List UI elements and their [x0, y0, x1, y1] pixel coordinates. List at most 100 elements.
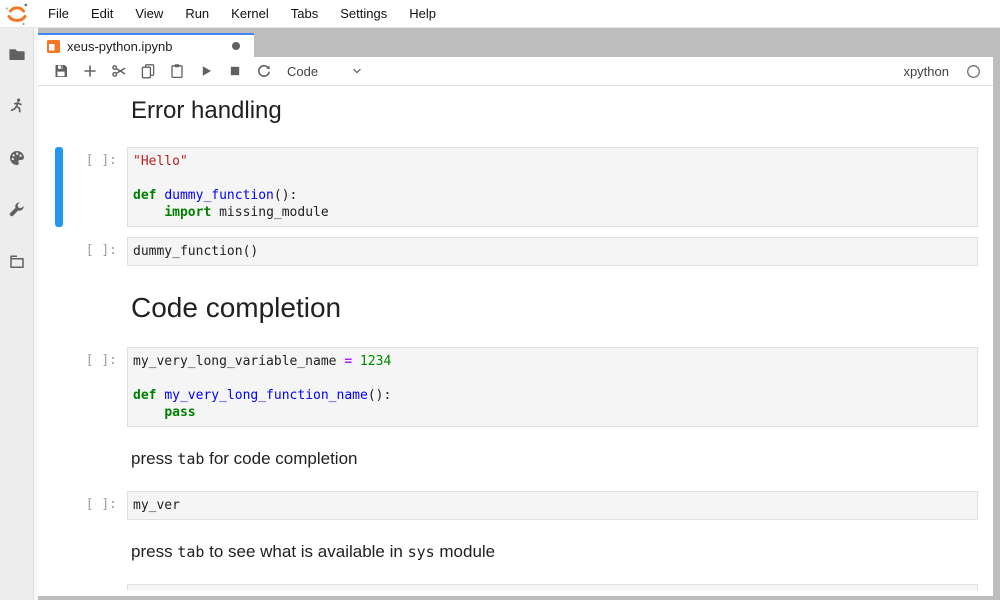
cell-input-prompt: [ ]: — [63, 147, 127, 227]
command-palette-tab[interactable] — [0, 132, 33, 184]
markdown-cell: Code completion — [38, 271, 993, 342]
notebook-icon — [46, 39, 61, 54]
cell-input-prompt: [ ]: — [63, 491, 127, 520]
tab-title: xeus-python.ipynb — [67, 39, 228, 54]
insert-cell-button[interactable] — [75, 59, 104, 83]
cell-empty-prompt — [63, 95, 127, 137]
code-line: def dummy_function(): — [133, 187, 972, 204]
inline-code: tab — [177, 543, 204, 561]
markdown-paragraph: press tab for code completion — [131, 449, 978, 469]
cell-collapser[interactable] — [55, 584, 63, 590]
token-def: my_very_long_function_name — [164, 388, 368, 403]
cut-cells-button[interactable] — [104, 59, 133, 83]
cell-type-select[interactable]: Code — [287, 64, 364, 79]
inline-code: tab — [177, 450, 204, 468]
running-man-icon — [8, 97, 26, 115]
code-cell-editor[interactable]: my_ver — [127, 491, 978, 520]
text-run: press — [131, 449, 177, 468]
markdown-rendered[interactable]: Code completion — [127, 276, 978, 337]
property-inspector-tab[interactable] — [0, 184, 33, 236]
folder-icon — [8, 45, 26, 63]
code-cell-editor[interactable]: my_very_long_variable_name = 1234def my_… — [127, 347, 978, 427]
cell-input-prompt: [ ]: — [63, 237, 127, 266]
code-line: "Hello" — [133, 153, 972, 170]
cell-collapser[interactable] — [55, 237, 63, 266]
file-browser-tab[interactable] — [0, 28, 33, 80]
paste-icon — [169, 63, 185, 79]
code-line: pass — [133, 404, 972, 421]
token-op: = — [344, 354, 352, 369]
cell-collapser[interactable] — [55, 147, 63, 227]
cell-collapser[interactable] — [55, 347, 63, 427]
notebook-cells: Error handling[ ]:"Hello"def dummy_funct… — [38, 86, 993, 596]
token-plain: my_ver — [133, 498, 180, 513]
kernel-name[interactable]: xpython — [903, 64, 949, 79]
token-plain: (): — [368, 388, 391, 403]
code-cell-editor-partial[interactable] — [127, 584, 978, 590]
token-kw: import — [164, 205, 211, 220]
add-cell-icon — [82, 63, 98, 79]
menu-view[interactable]: View — [124, 0, 174, 27]
cell-type-value: Code — [287, 64, 318, 79]
menu-settings[interactable]: Settings — [329, 0, 398, 27]
notebook-toolbar: Code xpython — [38, 57, 993, 86]
menu-run[interactable]: Run — [174, 0, 220, 27]
restart-kernel-button[interactable] — [249, 59, 278, 83]
code-line: my_very_long_variable_name = 1234 — [133, 353, 972, 370]
code-line: my_ver — [133, 497, 972, 514]
cell-input-prompt: [ ]: — [63, 347, 127, 427]
cell-collapser[interactable] — [55, 95, 63, 137]
token-kw: def — [133, 188, 156, 203]
code-cell: [ ]:"Hello"def dummy_function(): import … — [38, 142, 993, 232]
code-line — [133, 170, 972, 187]
code-cell: [ ]: my_ver — [38, 486, 993, 525]
menu-edit[interactable]: Edit — [80, 0, 124, 27]
text-run: module — [435, 542, 495, 561]
menu-kernel[interactable]: Kernel — [220, 0, 280, 27]
text-run: to see what is available in — [204, 542, 407, 561]
menu-tabs[interactable]: Tabs — [280, 0, 329, 27]
open-tabs-tab[interactable] — [0, 236, 33, 288]
code-cell-editor[interactable]: dummy_function() — [127, 237, 978, 266]
inline-code: sys — [408, 543, 435, 561]
copy-icon — [140, 63, 156, 79]
menu-file[interactable]: File — [37, 0, 80, 27]
save-button[interactable] — [46, 59, 75, 83]
markdown-rendered[interactable]: press tab to see what is available in sy… — [127, 530, 978, 574]
menu-help[interactable]: Help — [398, 0, 447, 27]
tab-xeus-python-ipynb[interactable]: xeus-python.ipynb — [38, 33, 254, 57]
copy-cells-button[interactable] — [133, 59, 162, 83]
paste-cells-button[interactable] — [162, 59, 191, 83]
cut-icon — [111, 63, 127, 79]
token-plain — [133, 405, 164, 420]
cell-empty-prompt — [63, 437, 127, 481]
dock-panel: xeus-python.ipynb — [38, 28, 1000, 600]
save-icon — [53, 63, 69, 79]
markdown-rendered[interactable]: Error handling — [127, 95, 978, 137]
token-def: dummy_function — [164, 188, 274, 203]
code-cell: [ ]:my_very_long_variable_name = 1234def… — [38, 342, 993, 432]
palette-icon — [8, 149, 26, 167]
cell-collapser[interactable] — [55, 491, 63, 520]
markdown-paragraph: press tab to see what is available in sy… — [131, 542, 978, 562]
menu-items: FileEditViewRunKernelTabsSettingsHelp — [37, 0, 447, 27]
running-sessions-tab[interactable] — [0, 80, 33, 132]
run-icon — [198, 63, 214, 79]
wrench-icon — [8, 201, 26, 219]
cell-empty-prompt — [63, 530, 127, 574]
jupyter-logo-icon — [4, 1, 30, 27]
tab-dirty-indicator[interactable] — [232, 42, 240, 50]
stop-icon — [227, 63, 243, 79]
token-plain — [133, 205, 164, 220]
cell-collapser[interactable] — [55, 530, 63, 574]
interrupt-kernel-button[interactable] — [220, 59, 249, 83]
cell-empty-prompt — [63, 276, 127, 337]
run-cell-button[interactable] — [191, 59, 220, 83]
kernel-status-icon[interactable] — [966, 64, 981, 79]
cell-collapser[interactable] — [55, 276, 63, 337]
code-line: dummy_function() — [133, 243, 972, 260]
token-plain: dummy_function() — [133, 244, 258, 259]
cell-collapser[interactable] — [55, 437, 63, 481]
code-cell-editor[interactable]: "Hello"def dummy_function(): import miss… — [127, 147, 978, 227]
markdown-rendered[interactable]: press tab for code completion — [127, 437, 978, 481]
